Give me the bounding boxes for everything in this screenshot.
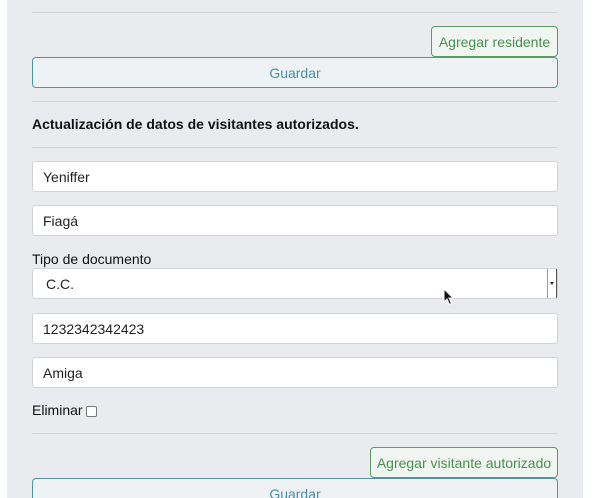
section-divider xyxy=(32,147,558,148)
section-divider xyxy=(32,12,558,13)
delete-visitor-label: Eliminar xyxy=(32,402,83,418)
delete-visitor-row: Eliminar xyxy=(32,402,97,418)
save-residents-button[interactable]: Guardar xyxy=(32,57,558,88)
add-authorized-visitor-button[interactable]: Agregar visitante autorizado xyxy=(370,447,558,478)
chevron-down-icon[interactable] xyxy=(547,269,557,298)
add-resident-button[interactable]: Agregar residente xyxy=(431,26,558,57)
form-panel: Agregar residente Guardar Actualización … xyxy=(7,0,583,498)
save-visitors-button[interactable]: Guardar xyxy=(32,478,558,498)
document-type-label: Tipo de documento xyxy=(32,251,152,267)
visitor-first-name-input[interactable] xyxy=(32,161,558,192)
visitor-last-name-input[interactable] xyxy=(32,205,558,236)
document-type-select[interactable]: C.C. xyxy=(32,268,558,299)
delete-visitor-checkbox[interactable] xyxy=(85,405,97,417)
visitor-relationship-input[interactable] xyxy=(32,357,558,388)
section-divider xyxy=(32,101,558,102)
document-type-selected-value: C.C. xyxy=(46,275,74,292)
visitors-section-heading: Actualización de datos de visitantes aut… xyxy=(32,116,359,132)
visitor-document-number-input[interactable] xyxy=(32,313,558,344)
section-divider xyxy=(32,433,558,434)
mouse-pointer-icon xyxy=(443,288,455,306)
